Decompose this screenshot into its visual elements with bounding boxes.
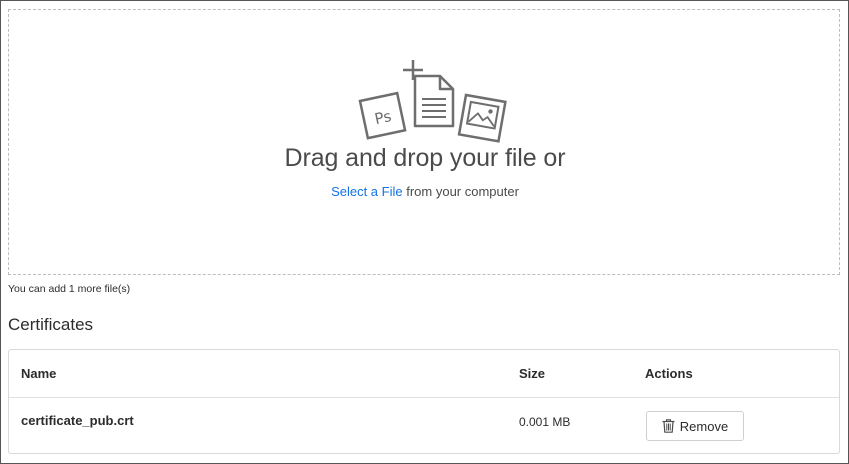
dropzone-subtitle-suffix: from your computer (402, 184, 519, 199)
remove-button-label: Remove (679, 418, 729, 434)
table-row: certificate_pub.crt 0.001 MB Remove (9, 398, 839, 453)
file-limit-note: You can add 1 more file(s) (8, 283, 131, 295)
dropzone-subtitle: Select a File from your computer (9, 184, 841, 199)
certificate-name: certificate_pub.crt (21, 413, 134, 428)
add-document-icon (403, 60, 455, 128)
image-file-icon (457, 93, 507, 143)
upload-illustration: Ps (358, 60, 507, 143)
dropzone-title: Drag and drop your file or (284, 144, 566, 172)
remove-button[interactable]: Remove (646, 411, 744, 441)
certificates-table: Name Size Actions certificate_pub.crt 0.… (8, 349, 840, 454)
photoshop-file-icon: Ps (358, 91, 407, 140)
column-header-size: Size (519, 366, 546, 381)
table-header: Name Size Actions (9, 350, 839, 398)
certificate-size: 0.001 MB (519, 415, 571, 429)
file-dropzone[interactable]: Ps Drag and drop your file or Select a F… (8, 9, 840, 275)
column-header-name: Name (21, 366, 57, 381)
column-header-actions: Actions (645, 366, 693, 381)
certificates-heading: Certificates (8, 315, 94, 334)
trash-icon (662, 419, 675, 433)
select-file-link[interactable]: Select a File (331, 184, 403, 199)
